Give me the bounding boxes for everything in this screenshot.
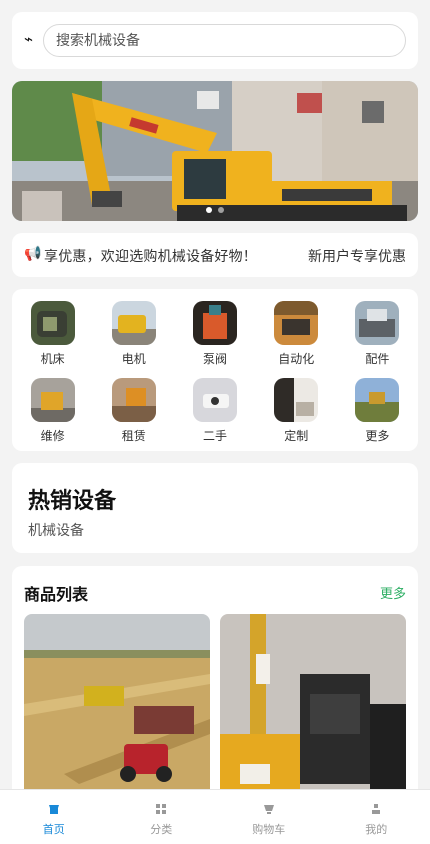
product-image[interactable] xyxy=(220,614,406,804)
tab-home[interactable]: 首页 xyxy=(0,790,108,844)
rental-icon xyxy=(111,378,156,422)
notice-bar[interactable]: 📢 享优惠，欢迎选购机械设备好物！ 新用户专享优惠 xyxy=(12,233,418,277)
lathe-icon xyxy=(30,301,75,345)
category-item-parts[interactable]: 配件 xyxy=(337,301,418,366)
banner-carousel[interactable] xyxy=(12,81,418,221)
category-item-second-hand[interactable]: 二手 xyxy=(174,378,255,443)
app-logo-icon: ⌁ xyxy=(24,30,34,48)
profile-icon xyxy=(372,804,381,814)
category-label: 机床 xyxy=(40,352,65,366)
category-item-lathe[interactable]: 机床 xyxy=(12,301,93,366)
search-bar: ⌁ xyxy=(12,12,418,69)
carousel-dot[interactable] xyxy=(206,207,212,213)
tab-label: 购物车 xyxy=(252,823,286,836)
motor-icon xyxy=(111,301,156,345)
hot-equipment-card[interactable]: 热销设备 机械设备 xyxy=(12,463,418,553)
tab-label: 我的 xyxy=(365,823,388,836)
category-label: 二手 xyxy=(202,429,227,443)
more-icon xyxy=(355,378,400,422)
category-label: 配件 xyxy=(365,352,390,366)
tab-profile[interactable]: 我的 xyxy=(323,790,430,844)
category-label: 自动化 xyxy=(278,352,315,366)
category-grid: 机床 电机 泵阀 自动化 配件 维修 租赁 二手 定制 更多 xyxy=(12,301,418,443)
category-item-automation[interactable]: 自动化 xyxy=(256,301,337,366)
pump-valve-icon xyxy=(192,301,237,345)
parts-icon xyxy=(355,301,400,345)
tab-category[interactable]: 分类 xyxy=(108,790,216,844)
category-label: 租赁 xyxy=(121,429,146,443)
carousel-dot[interactable] xyxy=(218,207,224,213)
speaker-icon: 📢 xyxy=(24,246,42,262)
category-label: 维修 xyxy=(40,429,65,443)
hot-title: 热销设备 xyxy=(28,489,117,514)
product-list-title: 商品列表 xyxy=(24,585,89,604)
home-icon xyxy=(48,805,59,814)
tab-label: 分类 xyxy=(150,823,173,836)
repair-icon xyxy=(30,378,75,422)
custom-icon xyxy=(274,378,319,422)
tab-label: 首页 xyxy=(42,823,65,836)
cart-icon xyxy=(263,805,274,814)
tab-cart[interactable]: 购物车 xyxy=(215,790,323,844)
product-image[interactable] xyxy=(24,614,210,804)
second-hand-icon xyxy=(192,378,237,422)
category-label: 定制 xyxy=(284,429,309,443)
category-grid-card: 机床 电机 泵阀 自动化 配件 维修 租赁 二手 定制 更多 xyxy=(12,289,418,451)
bottom-tab-bar: 首页 分类 购物车 我的 xyxy=(0,789,430,844)
category-icon xyxy=(156,804,167,814)
category-item-custom[interactable]: 定制 xyxy=(256,378,337,443)
new-user-offer-label: 新用户专享优惠 xyxy=(308,249,406,265)
hot-subtitle: 机械设备 xyxy=(28,523,84,539)
category-item-rental[interactable]: 租赁 xyxy=(93,378,174,443)
category-label: 电机 xyxy=(121,352,146,366)
category-item-pump-valve[interactable]: 泵阀 xyxy=(174,301,255,366)
category-label: 更多 xyxy=(365,429,390,443)
banner-image xyxy=(12,81,418,221)
notice-scroll-text: 享优惠，欢迎选购机械设备好物！ xyxy=(44,249,257,265)
product-more-link[interactable]: 更多 xyxy=(380,583,406,602)
automation-icon xyxy=(274,301,319,345)
category-item-motor[interactable]: 电机 xyxy=(93,301,174,366)
search-input[interactable] xyxy=(43,24,406,57)
category-item-more[interactable]: 更多 xyxy=(337,378,418,443)
carousel-dots xyxy=(12,207,418,213)
category-item-repair[interactable]: 维修 xyxy=(12,378,93,443)
category-label: 泵阀 xyxy=(202,352,227,366)
